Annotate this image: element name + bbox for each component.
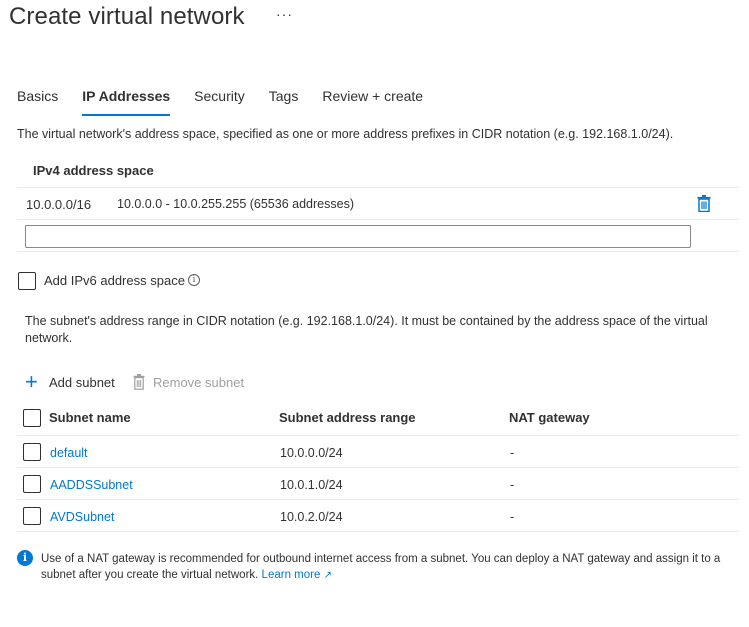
tab-ip-addresses[interactable]: IP Addresses — [82, 88, 170, 116]
row-checkbox[interactable] — [23, 475, 41, 493]
info-icon: i — [17, 550, 33, 566]
learn-more-link[interactable]: Learn more ↗ — [262, 569, 332, 581]
column-header-address-range: Subnet address range — [279, 410, 416, 425]
address-space-input[interactable] — [25, 225, 691, 248]
remove-subnet-button[interactable]: Remove subnet — [133, 374, 244, 390]
address-range: 10.0.0.0 - 10.0.255.255 (65536 addresses… — [117, 197, 354, 211]
page-title: Create virtual network — [9, 3, 245, 30]
remove-subnet-label: Remove subnet — [153, 374, 245, 390]
add-subnet-label: Add subnet — [49, 374, 115, 390]
column-header-subnet-name: Subnet name — [49, 410, 131, 425]
add-ipv6-checkbox[interactable] — [18, 272, 36, 290]
subnet-range: 10.0.0.0/24 — [280, 446, 343, 460]
address-cidr: 10.0.0.0/16 — [26, 197, 92, 212]
divider — [17, 435, 739, 436]
subnet-link[interactable]: AVDSubnet — [50, 510, 114, 524]
tab-review-create[interactable]: Review + create — [322, 88, 423, 112]
subnet-link[interactable]: AADDSSubnet — [50, 478, 133, 492]
ipv4-address-space-header: IPv4 address space — [33, 163, 154, 178]
subnet-range: 10.0.1.0/24 — [280, 478, 343, 492]
divider — [17, 251, 739, 252]
subnet-range: 10.0.2.0/24 — [280, 510, 343, 524]
divider — [17, 499, 739, 500]
tab-tags[interactable]: Tags — [269, 88, 299, 112]
tab-basics[interactable]: Basics — [17, 88, 58, 112]
trash-icon — [133, 374, 145, 390]
subnet-nat: - — [510, 510, 515, 524]
learn-more-label: Learn more — [261, 569, 321, 581]
external-link-icon: ↗ — [323, 570, 332, 581]
address-space-description: The virtual network's address space, spe… — [17, 127, 674, 141]
more-options-button[interactable]: ··· — [276, 6, 293, 22]
add-subnet-button[interactable]: + Add subnet — [25, 369, 115, 394]
subnet-nat: - — [510, 446, 515, 460]
tab-security[interactable]: Security — [194, 88, 245, 112]
row-checkbox[interactable] — [23, 443, 41, 461]
select-all-checkbox[interactable] — [23, 409, 41, 427]
nat-info-text: Use of a NAT gateway is recommended for … — [41, 553, 721, 581]
info-icon[interactable]: i — [188, 274, 200, 286]
subnet-description: The subnet's address range in CIDR notat… — [25, 314, 708, 345]
subnet-link[interactable]: default — [50, 446, 88, 460]
subnet-nat: - — [510, 478, 515, 492]
divider — [17, 467, 739, 468]
trash-icon[interactable] — [697, 195, 711, 212]
nat-info-message: Use of a NAT gateway is recommended for … — [41, 551, 731, 584]
add-ipv6-label: Add IPv6 address space — [44, 273, 185, 288]
tab-bar: Basics IP Addresses Security Tags Review… — [17, 88, 447, 116]
divider — [17, 219, 739, 220]
plus-icon: + — [25, 369, 38, 394]
divider — [17, 531, 739, 532]
column-header-nat-gateway: NAT gateway — [509, 410, 590, 425]
row-checkbox[interactable] — [23, 507, 41, 525]
divider — [17, 187, 739, 188]
